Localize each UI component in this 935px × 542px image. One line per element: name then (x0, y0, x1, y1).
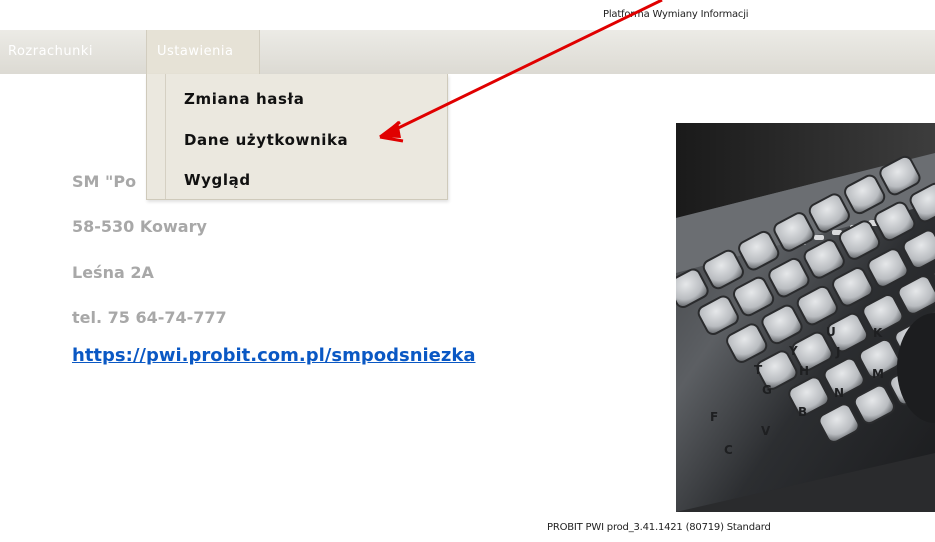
nav-item-ustawienia[interactable]: Ustawienia (146, 30, 260, 74)
contact-postal: 58-530 Kowary (72, 217, 207, 236)
contact-street: Leśna 2A (72, 263, 154, 282)
platform-title: Platforma Wymiany Informacji (603, 9, 749, 20)
keyboard-illustration: T Y U F G H J K C V B N M (676, 123, 935, 512)
keyboard-photo: T Y U F G H J K C V B N M (676, 123, 935, 512)
svg-text:C: C (724, 443, 733, 457)
svg-text:F: F (710, 410, 718, 424)
main-navbar: Rozrachunki Ustawienia (0, 30, 935, 74)
menu-item-change-password[interactable]: Zmiana hasła (184, 90, 304, 108)
top-header: Platforma Wymiany Informacji (0, 0, 935, 30)
svg-text:T: T (754, 363, 763, 377)
contact-website-link[interactable]: https://pwi.probit.com.pl/smpodsniezka (72, 345, 475, 366)
dropdown-panel: Zmiana hasła Dane użytkownika Wygląd (165, 74, 447, 199)
svg-text:B: B (798, 405, 807, 419)
contact-phone: tel. 75 64-74-777 (72, 308, 227, 327)
svg-text:H: H (799, 364, 809, 378)
svg-text:V: V (761, 424, 771, 438)
footer-version: PROBIT PWI prod_3.41.1421 (80719) Standa… (547, 522, 771, 533)
svg-text:U: U (826, 325, 836, 339)
menu-item-user-data[interactable]: Dane użytkownika (184, 131, 348, 149)
contact-name: SM "Po (72, 172, 137, 191)
svg-text:N: N (834, 386, 844, 400)
svg-text:J: J (835, 345, 840, 359)
settings-dropdown-menu: Zmiana hasła Dane użytkownika Wygląd (146, 74, 448, 200)
svg-text:G: G (762, 383, 772, 397)
menu-item-appearance[interactable]: Wygląd (184, 171, 251, 189)
svg-text:K: K (873, 326, 883, 340)
svg-text:Y: Y (788, 344, 798, 358)
nav-item-rozrachunki[interactable]: Rozrachunki (8, 30, 93, 74)
svg-text:M: M (872, 367, 884, 381)
